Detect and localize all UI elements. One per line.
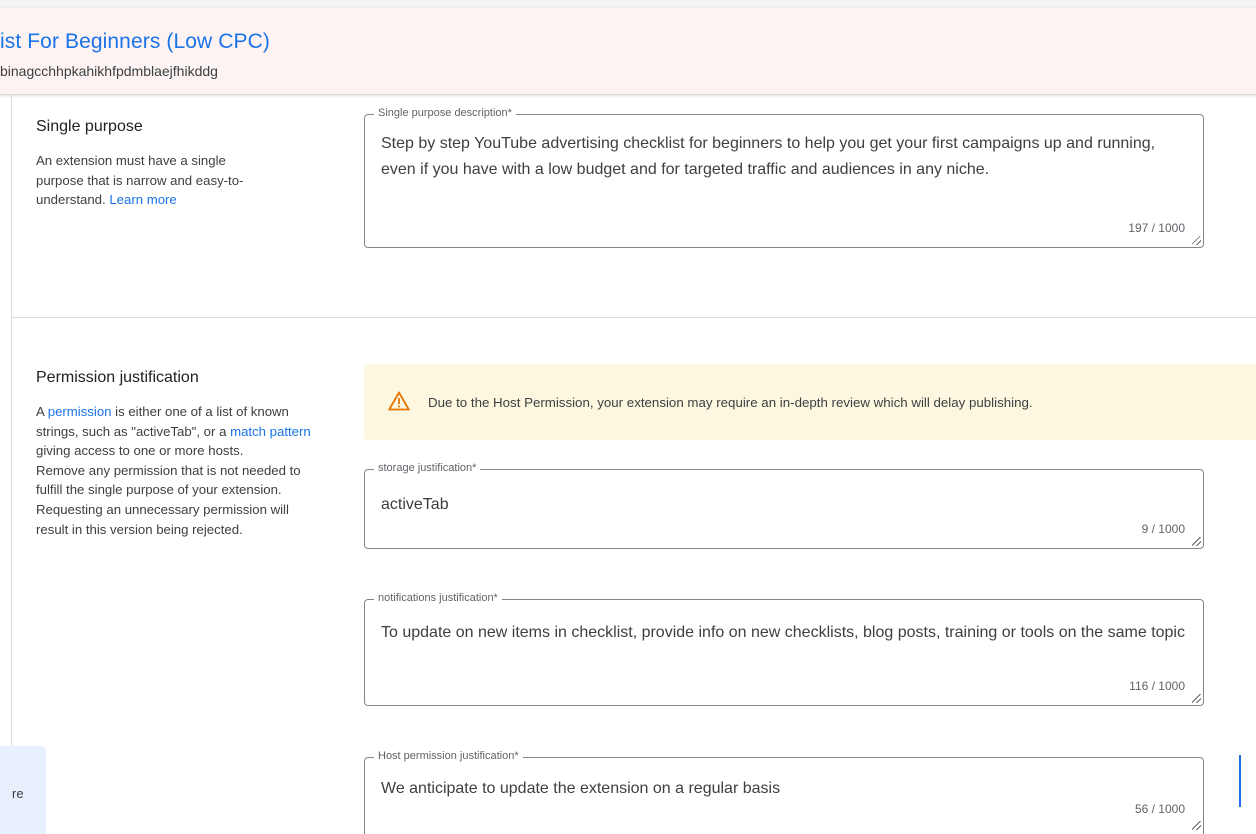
item-title: ist For Beginners (Low CPC) [0, 30, 270, 53]
resize-handle-icon[interactable] [1192, 821, 1201, 830]
storage-char-counter: 9 / 1000 [1141, 522, 1185, 536]
host-permission-warning: Due to the Host Permission, your extensi… [364, 364, 1256, 440]
resize-handle-icon[interactable] [1192, 236, 1201, 245]
item-id: binagcchhpkahikhfpdmblaejfhikddg [0, 63, 218, 79]
single-purpose-char-counter: 197 / 1000 [1128, 221, 1185, 235]
storage-field-label: storage justification* [374, 462, 481, 474]
item-header: ist For Beginners (Low CPC) binagcchhpka… [0, 8, 1256, 95]
learn-more-link[interactable]: Learn more [109, 192, 176, 207]
single-purpose-field-value[interactable]: Step by step YouTube advertising checkli… [381, 131, 1187, 183]
single-purpose-description: An extension must have a single purpose … [36, 151, 321, 210]
browser-top-strip [0, 0, 1256, 8]
permission-desc-text: A [36, 404, 48, 419]
single-purpose-textarea[interactable]: Single purpose description* Step by step… [364, 107, 1204, 248]
warning-message: Due to the Host Permission, your extensi… [428, 395, 1033, 410]
permission-desc-text: giving access to one or more hosts. [36, 443, 244, 459]
notifications-char-counter: 116 / 1000 [1129, 679, 1185, 693]
host-permission-field-label: Host permission justification* [374, 750, 523, 762]
host-permission-char-counter: 56 / 1000 [1134, 802, 1185, 816]
notifications-field-label: notifications justification* [374, 592, 502, 604]
storage-justification-textarea[interactable]: storage justification* activeTab 9 / 100… [364, 462, 1204, 549]
resize-handle-icon[interactable] [1192, 537, 1201, 546]
single-purpose-field-label: Single purpose description* [374, 107, 516, 119]
single-purpose-desc-line: understand. [36, 192, 110, 208]
permission-description: A permission is either one of a list of … [36, 402, 321, 539]
permission-link[interactable]: permission [48, 404, 112, 419]
left-border [11, 95, 12, 834]
side-panel-card[interactable]: re [0, 746, 46, 834]
host-permission-field-value[interactable]: We anticipate to update the extension on… [381, 776, 1187, 802]
single-purpose-desc-line: purpose that is narrow and easy-to- [36, 172, 244, 188]
notifications-justification-textarea[interactable]: notifications justification* To update o… [364, 592, 1204, 706]
single-purpose-desc-line: An extension must have a single [36, 153, 226, 168]
host-permission-justification-textarea[interactable]: Host permission justification* We antici… [364, 750, 1204, 834]
permission-justification-heading: Permission justification [36, 369, 199, 386]
resize-handle-icon[interactable] [1192, 694, 1201, 703]
permission-desc-text: Remove any permission that is not needed… [36, 462, 301, 537]
section-divider [11, 317, 1256, 318]
warning-triangle-icon [388, 391, 410, 411]
match-pattern-link[interactable]: match pattern [230, 424, 311, 439]
single-purpose-heading: Single purpose [36, 118, 143, 135]
scroll-indicator[interactable] [1239, 755, 1241, 807]
side-card-text: re [12, 786, 24, 801]
storage-field-value[interactable]: activeTab [381, 492, 1187, 518]
notifications-field-value[interactable]: To update on new items in checklist, pro… [381, 620, 1187, 646]
